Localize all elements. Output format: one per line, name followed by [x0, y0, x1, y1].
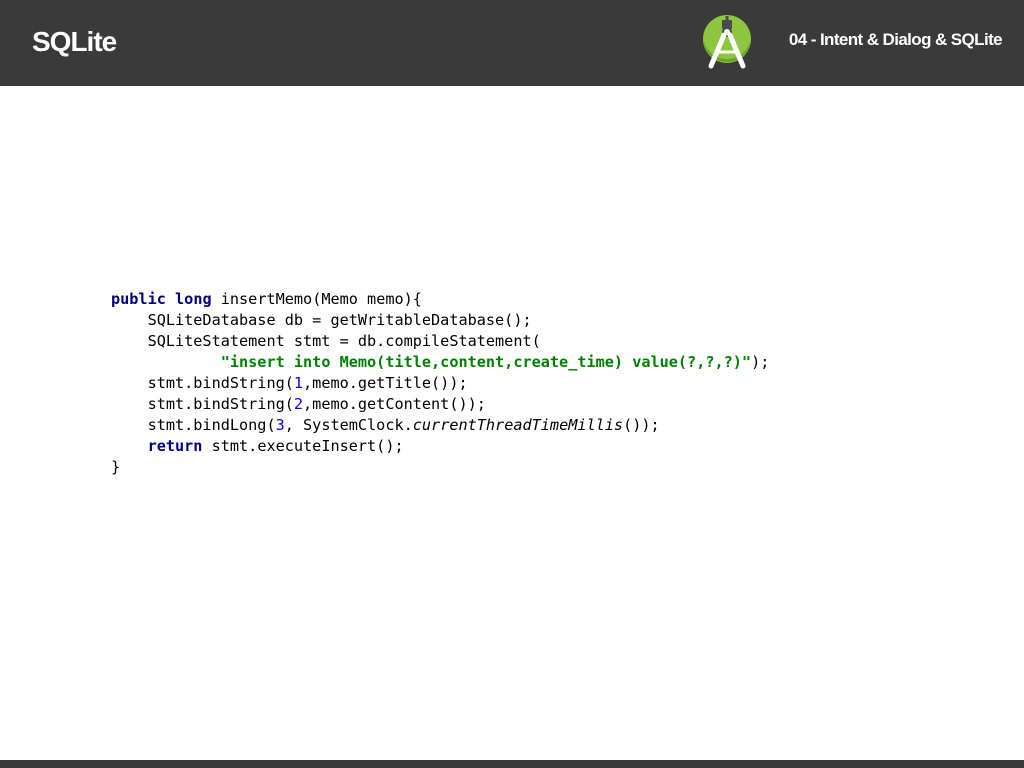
- slide-title: SQLite: [32, 26, 117, 57]
- code-text: , SystemClock.: [284, 416, 413, 434]
- code-text: ,memo.getTitle());: [303, 374, 468, 392]
- code-line: return stmt.executeInsert();: [111, 436, 769, 457]
- code-line: public long insertMemo(Memo memo){: [111, 289, 769, 310]
- footer-bar: [0, 760, 1024, 768]
- code-text: stmt.bindString(: [111, 395, 294, 413]
- code-number: 2: [293, 395, 304, 413]
- chapter-label: 04 - Intent & Dialog & SQLite: [788, 30, 1003, 49]
- code-text: insertMemo(Memo memo){: [211, 290, 422, 308]
- code-line: }: [111, 457, 769, 478]
- code-keyword: return: [147, 437, 203, 455]
- code-text: ());: [623, 416, 660, 434]
- header-bar: SQLite 04 - Intent & Dialog & SQLite: [0, 0, 1024, 86]
- code-text: SQLiteDatabase db = getWritableDatabase(…: [111, 311, 532, 329]
- code-text: );: [751, 353, 770, 371]
- code-line: stmt.bindString(1,memo.getTitle());: [111, 373, 769, 394]
- code-line: stmt.bindLong(3, SystemClock.currentThre…: [111, 415, 769, 436]
- code-text: SQLiteStatement stmt = db.compileStateme…: [111, 332, 541, 350]
- code-text: stmt.executeInsert();: [202, 437, 404, 455]
- code-text: ,memo.getContent());: [303, 395, 486, 413]
- code-line: SQLiteDatabase db = getWritableDatabase(…: [111, 310, 769, 331]
- code-text: stmt.bindLong(: [111, 416, 276, 434]
- code-line: "insert into Memo(title,content,create_t…: [111, 352, 770, 373]
- code-line: stmt.bindString(2,memo.getContent());: [111, 394, 769, 415]
- code-number: 1: [293, 374, 304, 392]
- code-text: stmt.bindString(: [111, 374, 294, 392]
- code-text: }: [111, 458, 121, 476]
- code-keyword: public: [111, 290, 166, 308]
- code-italic: currentThreadTimeMillis: [412, 416, 624, 434]
- code-line: SQLiteStatement stmt = db.compileStateme…: [111, 331, 769, 352]
- code-number: 3: [275, 416, 285, 434]
- slide: SQLite 04 - Intent & Dialog & SQLite pub…: [0, 0, 1024, 768]
- code-block: public long insertMemo(Memo memo){ SQLit…: [111, 289, 769, 478]
- android-studio-logo-icon: [703, 15, 751, 69]
- code-keyword: long: [175, 290, 212, 308]
- code-string: "insert into Memo(title,content,create_t…: [220, 353, 752, 371]
